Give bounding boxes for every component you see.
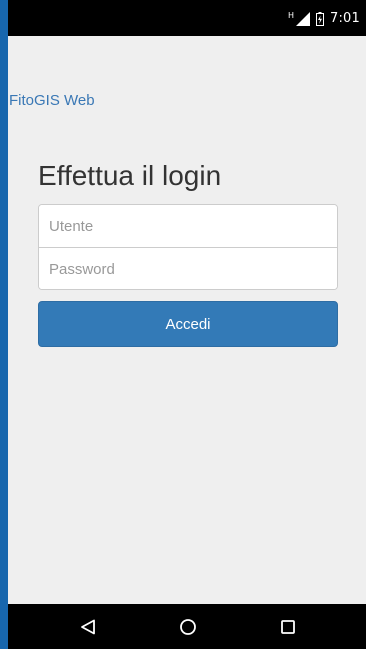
login-title: Effettua il login: [38, 160, 222, 191]
battery-icon: [316, 12, 324, 26]
recents-button[interactable]: [258, 604, 318, 649]
home-icon: [180, 618, 196, 635]
login-fields: [38, 204, 338, 290]
login-button[interactable]: Accedi: [38, 301, 338, 347]
home-button[interactable]: [158, 604, 218, 649]
app-content: FitoGIS Web Effettua il login Accedi: [8, 36, 366, 604]
network-type-badge: H: [287, 10, 294, 20]
password-input[interactable]: [39, 248, 337, 289]
back-icon: [81, 619, 95, 634]
recents-icon: [281, 619, 295, 634]
navigation-bar: [8, 604, 366, 649]
back-button[interactable]: [58, 604, 118, 649]
status-bar: H 7:01: [8, 0, 366, 36]
status-icons: H 7:01: [287, 10, 360, 26]
brand-link[interactable]: FitoGIS Web: [9, 92, 95, 109]
status-time: 7:01: [330, 11, 360, 26]
signal-icon: [296, 12, 310, 26]
window-frame: [0, 0, 8, 649]
username-input[interactable]: [39, 205, 337, 247]
